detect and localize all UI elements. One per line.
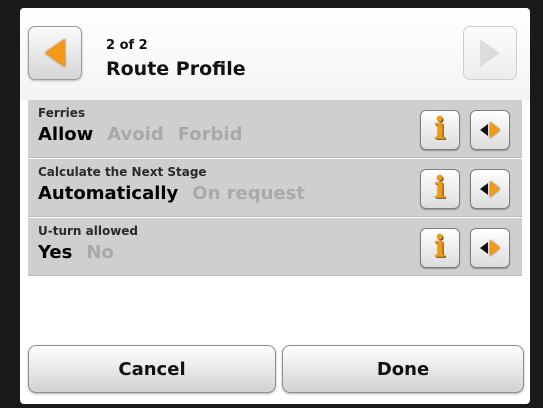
setting-label: Calculate the Next Stage xyxy=(38,165,207,179)
chevron-right-icon xyxy=(480,39,500,67)
option-forbid[interactable]: Forbid xyxy=(178,124,243,145)
dialog-frame: 2 of 2 Route Profile Ferries Allow Avoid… xyxy=(20,8,530,404)
option-list: Automatically On request xyxy=(38,183,305,204)
option-allow[interactable]: Allow xyxy=(38,124,93,145)
info-button[interactable]: i xyxy=(420,110,460,150)
option-list: Yes No xyxy=(38,242,114,263)
option-no[interactable]: No xyxy=(86,242,113,263)
info-button[interactable]: i xyxy=(420,228,460,268)
forward-button[interactable] xyxy=(463,26,517,80)
cancel-button[interactable]: Cancel xyxy=(28,345,276,393)
back-button[interactable] xyxy=(28,26,82,80)
done-button[interactable]: Done xyxy=(282,345,524,393)
cycle-options-icon xyxy=(480,181,500,197)
cycle-options-icon xyxy=(480,122,500,138)
setting-label: Ferries xyxy=(38,106,86,120)
page-title: Route Profile xyxy=(106,58,246,80)
setting-row-ferries: Ferries Allow Avoid Forbid i xyxy=(28,100,522,158)
cycle-options-button[interactable] xyxy=(470,169,510,209)
option-yes[interactable]: Yes xyxy=(38,242,72,263)
cycle-options-icon xyxy=(480,240,500,256)
info-icon: i xyxy=(434,230,446,265)
setting-row-next-stage: Calculate the Next Stage Automatically O… xyxy=(28,159,522,217)
option-on-request[interactable]: On request xyxy=(192,183,305,204)
setting-row-u-turn: U-turn allowed Yes No i xyxy=(28,218,522,276)
cycle-options-button[interactable] xyxy=(470,110,510,150)
option-avoid[interactable]: Avoid xyxy=(107,124,163,145)
info-icon: i xyxy=(434,171,446,206)
option-automatically[interactable]: Automatically xyxy=(38,183,178,204)
cycle-options-button[interactable] xyxy=(470,228,510,268)
header-bar: 2 of 2 Route Profile xyxy=(20,8,530,100)
info-icon: i xyxy=(434,112,446,147)
chevron-left-icon xyxy=(45,39,65,67)
setting-label: U-turn allowed xyxy=(38,224,139,238)
info-button[interactable]: i xyxy=(420,169,460,209)
page-indicator: 2 of 2 xyxy=(106,38,148,53)
option-list: Allow Avoid Forbid xyxy=(38,124,242,145)
